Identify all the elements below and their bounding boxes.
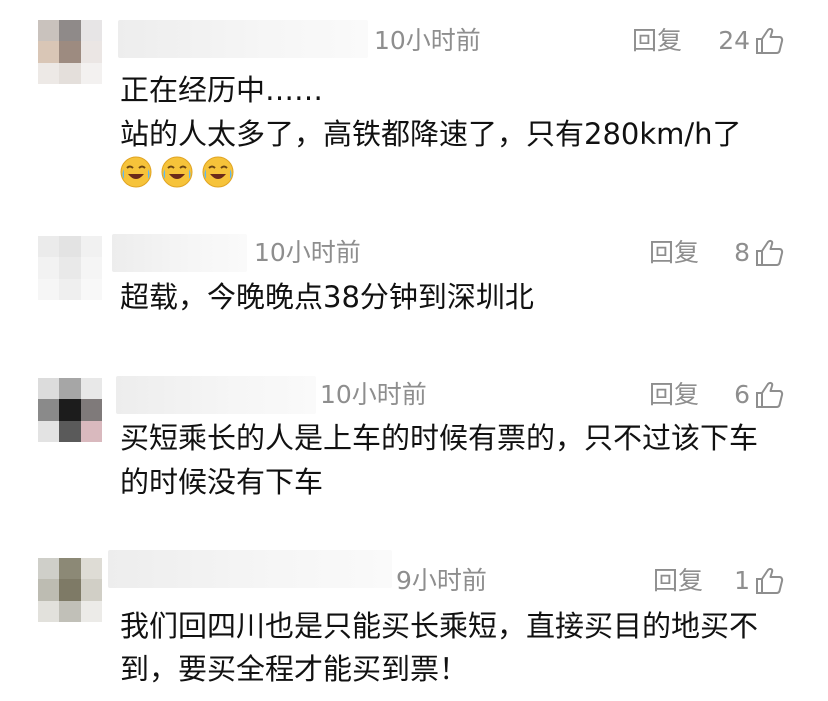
comment-time: 10小时前 — [374, 26, 481, 55]
username-blurred[interactable] — [118, 20, 368, 58]
reply-button[interactable]: 回复 — [649, 238, 699, 268]
comment-text-line: 买短乘长的人是上车的时候有票的，只不过该下车 — [120, 421, 759, 455]
like-count: 8 — [734, 238, 750, 267]
comment-text-line: 站的人太多了，高铁都降速了，只有280km/h了 — [120, 117, 742, 151]
reply-button[interactable]: 回复 — [632, 26, 682, 56]
comment-text-line: 的时候没有下车 — [120, 465, 324, 499]
username-blurred[interactable] — [112, 234, 247, 272]
crying-laughing-emoji-icon — [120, 156, 152, 188]
avatar[interactable] — [38, 236, 102, 300]
username-blurred[interactable] — [116, 376, 316, 414]
thumbs-up-icon[interactable] — [755, 238, 785, 268]
comment-time: 10小时前 — [320, 380, 427, 409]
username-blurred[interactable] — [108, 550, 392, 588]
comment-time: 10小时前 — [254, 238, 361, 267]
thumbs-up-icon[interactable] — [755, 380, 785, 410]
comment-text-line: 我们回四川也是只能买长乘短，直接买目的地买不 — [120, 609, 759, 643]
comment-list: 10小时前 回复 24 正在经历中…… 站的人太多了，高铁都降速了，只有280k… — [0, 0, 828, 701]
crying-laughing-emoji-icon — [161, 156, 193, 188]
comment-text-line: 正在经历中…… — [120, 73, 324, 107]
thumbs-up-icon[interactable] — [755, 26, 785, 56]
thumbs-up-icon[interactable] — [755, 566, 785, 596]
emoji-row — [120, 156, 238, 190]
avatar[interactable] — [38, 558, 102, 622]
comment-text-line: 到，要买全程才能买到票！ — [120, 652, 469, 686]
comment-text-line: 超载，今晚晚点38分钟到深圳北 — [120, 280, 534, 314]
like-count: 24 — [718, 26, 750, 55]
reply-button[interactable]: 回复 — [653, 566, 703, 596]
crying-laughing-emoji-icon — [202, 156, 234, 188]
avatar[interactable] — [38, 20, 102, 84]
like-count: 1 — [734, 566, 750, 595]
like-count: 6 — [734, 380, 750, 409]
comment-time: 9小时前 — [396, 566, 487, 595]
reply-button[interactable]: 回复 — [649, 380, 699, 410]
avatar[interactable] — [38, 378, 102, 442]
